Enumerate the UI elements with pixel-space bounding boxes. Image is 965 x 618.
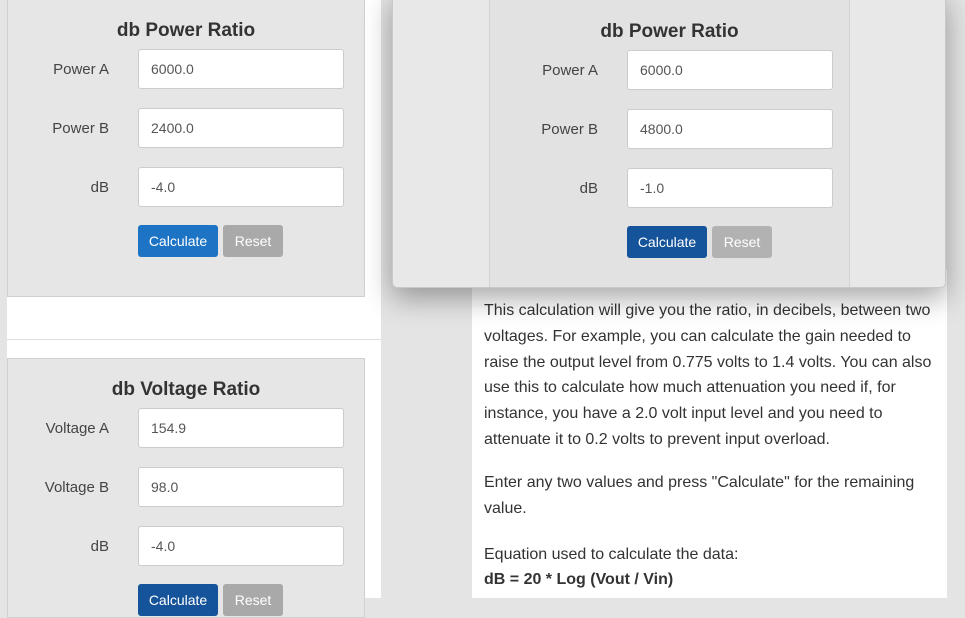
power-a-input[interactable]: [138, 49, 344, 89]
popup-window: db Power Ratio Power A Power B dB Calcul…: [392, 0, 946, 288]
calculate-button[interactable]: Calculate: [138, 225, 218, 257]
equation: dB = 20 * Log (Vout / Vin): [484, 571, 674, 588]
db-input[interactable]: [138, 167, 344, 207]
power-a-label: Power A: [53, 61, 109, 78]
voltage-ratio-panel: db Voltage Ratio Voltage A Voltage B dB …: [7, 358, 365, 618]
panel-title: db Voltage Ratio: [111, 379, 261, 400]
panel-title: db Power Ratio: [600, 21, 739, 42]
db-input[interactable]: [627, 168, 833, 208]
voltage-b-input[interactable]: [138, 467, 344, 507]
equation-intro: Equation used to calculate the data:: [484, 546, 739, 563]
voltage-a-input[interactable]: [138, 408, 344, 448]
divider: [7, 339, 381, 340]
popup-inner-panel: db Power Ratio Power A Power B dB Calcul…: [489, 0, 850, 287]
reset-button[interactable]: Reset: [223, 584, 283, 616]
db-label: dB: [90, 179, 109, 196]
power-b-label: Power B: [52, 120, 109, 137]
db-input[interactable]: [138, 526, 344, 566]
calculate-button[interactable]: Calculate: [627, 226, 707, 258]
description-paragraph: This calculation will give you the ratio…: [484, 302, 932, 448]
power-b-input[interactable]: [627, 109, 833, 149]
reset-button[interactable]: Reset: [712, 226, 772, 258]
voltage-a-label: Voltage A: [45, 420, 109, 437]
power-ratio-panel: db Power Ratio Power A Power B dB Calcul…: [7, 0, 365, 297]
power-b-input[interactable]: [138, 108, 344, 148]
power-a-label: Power A: [542, 62, 598, 79]
db-label: dB: [579, 180, 598, 197]
db-label: dB: [90, 538, 109, 555]
panel-title: db Power Ratio: [116, 20, 256, 41]
voltage-b-label: Voltage B: [44, 479, 109, 496]
power-b-label: Power B: [541, 121, 598, 138]
reset-button[interactable]: Reset: [223, 225, 283, 257]
power-a-input[interactable]: [627, 50, 833, 90]
calculate-button[interactable]: Calculate: [138, 584, 218, 616]
instructions-paragraph: Enter any two values and press "Calculat…: [484, 474, 915, 517]
